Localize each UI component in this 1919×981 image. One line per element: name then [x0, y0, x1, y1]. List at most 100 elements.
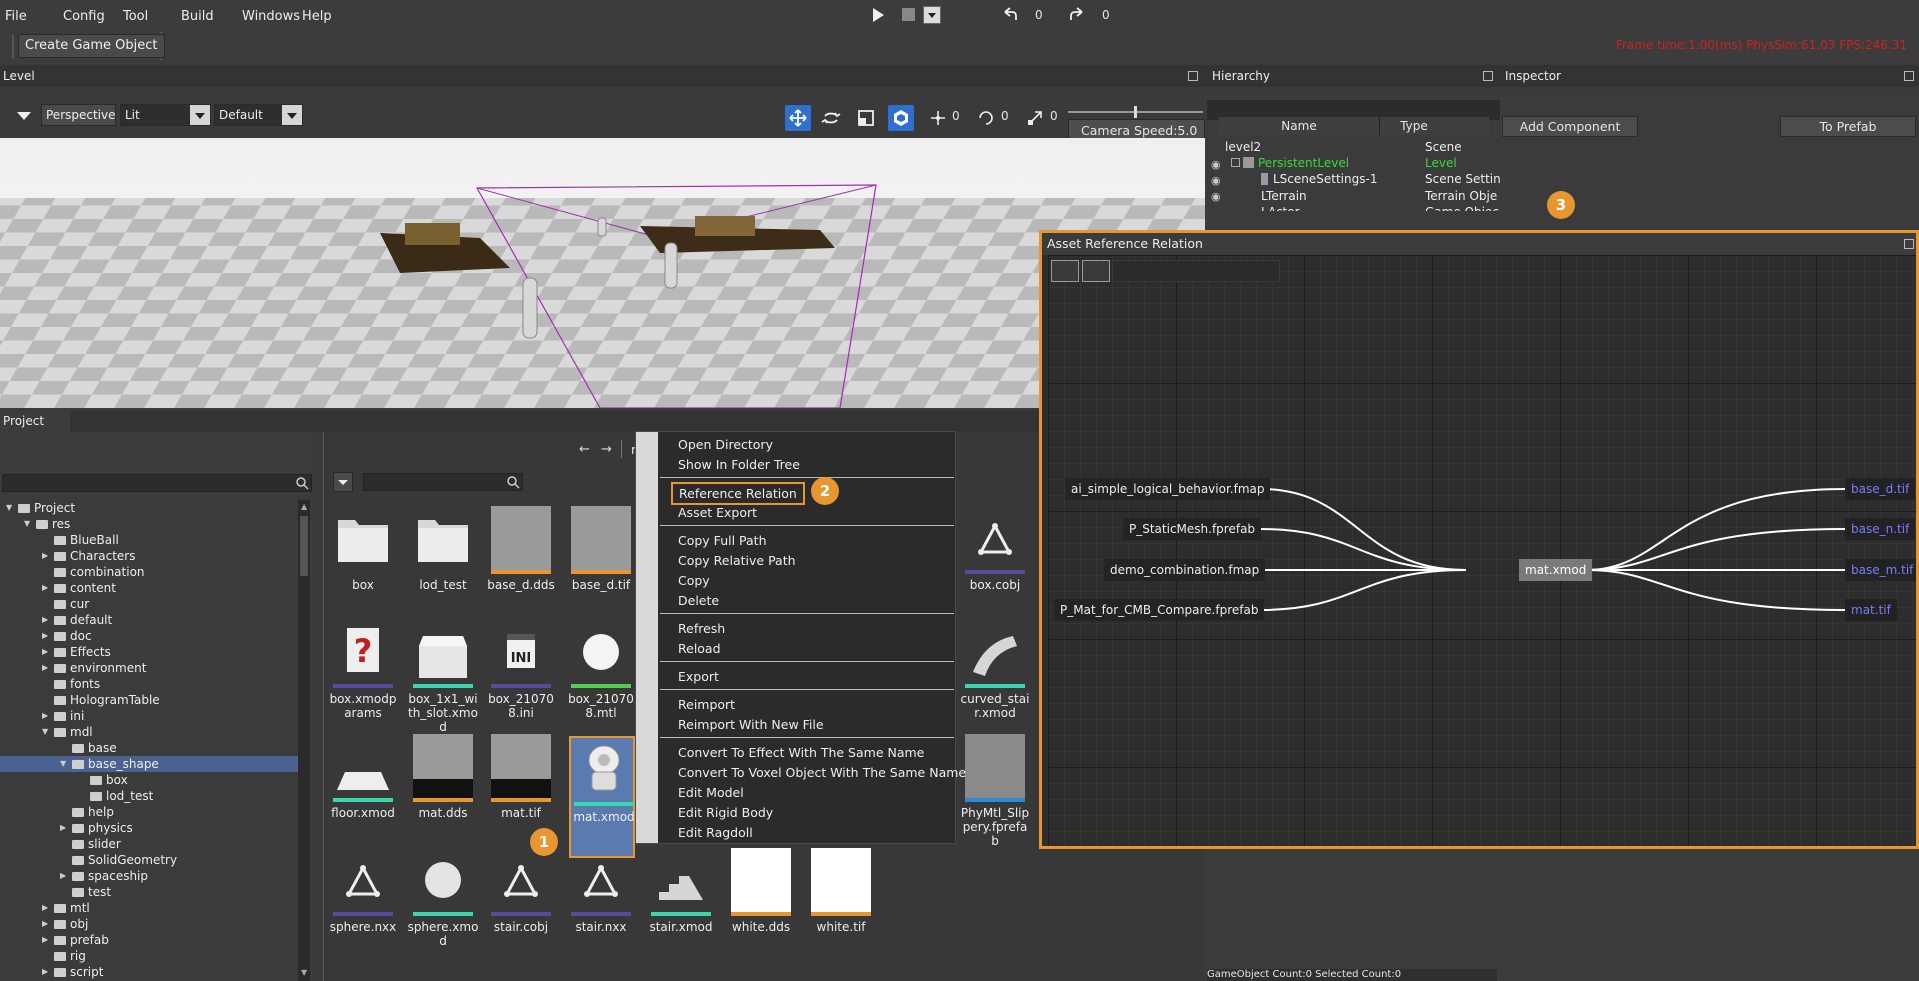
menu-tool[interactable]: Tool — [123, 9, 148, 24]
collapsed-arrow-icon[interactable]: ▶ — [42, 916, 48, 932]
collapsed-arrow-icon[interactable]: ▶ — [42, 628, 48, 644]
menu-help[interactable]: Help — [302, 9, 332, 24]
menu-edit-ragdoll[interactable]: Edit Ragdoll — [678, 825, 753, 840]
tree-item[interactable]: fonts — [0, 676, 298, 692]
tree-item[interactable]: cur — [0, 596, 298, 612]
level-viewport[interactable] — [0, 138, 1205, 408]
tree-item[interactable]: base — [0, 740, 298, 756]
inspector-tab[interactable]: Inspector — [1502, 65, 1561, 87]
menu-reimport[interactable]: Reimport — [678, 697, 735, 712]
expand-toggle[interactable] — [1231, 158, 1240, 167]
scroll-thumb[interactable] — [300, 516, 308, 576]
back-arrow-icon[interactable]: ← — [579, 442, 590, 457]
asset-box-folder[interactable]: box — [327, 506, 399, 616]
tree-item[interactable]: BlueBall — [0, 532, 298, 548]
menu-copy-full-path[interactable]: Copy Full Path — [678, 533, 767, 548]
move-tool-icon[interactable] — [785, 105, 811, 131]
tree-item[interactable]: HologramTable — [0, 692, 298, 708]
tree-item[interactable]: ▶ script — [0, 964, 298, 980]
referencer-node[interactable]: P_Mat_for_CMB_Compare.fprefab — [1054, 599, 1265, 621]
asset-box-mtl[interactable]: box_210708.mtl — [565, 620, 637, 730]
tree-item[interactable]: ▼ res — [0, 516, 298, 532]
scroll-up-icon[interactable]: ▲ — [301, 502, 307, 511]
asset-box-1x1-with-slot[interactable]: box_1x1_with_slot.xmod — [407, 620, 479, 734]
tree-search-input[interactable] — [2, 474, 312, 492]
menu-convert-to-voxel[interactable]: Convert To Voxel Object With The Same Na… — [678, 765, 966, 780]
collapsed-arrow-icon[interactable]: ▶ — [42, 612, 48, 628]
tree-item[interactable]: ▶ obj — [0, 916, 298, 932]
asset-stair-nxx[interactable]: stair.nxx — [565, 848, 637, 958]
asset-white-tif[interactable]: white.tif — [805, 848, 877, 958]
asset-stair-xmod[interactable]: stair.xmod — [645, 848, 717, 958]
tree-item[interactable]: combination — [0, 564, 298, 580]
add-component-button[interactable]: Add Component — [1502, 116, 1638, 137]
pin-icon[interactable] — [1904, 239, 1914, 249]
play-options-dropdown[interactable] — [923, 6, 941, 24]
collapsed-arrow-icon[interactable]: ▶ — [60, 868, 66, 884]
tree-item[interactable]: rig — [0, 948, 298, 964]
collapsed-arrow-icon[interactable]: ▶ — [42, 548, 48, 564]
hier-row-lscenesettings[interactable]: LSceneSettings-1 — [1273, 170, 1377, 188]
expanded-arrow-icon[interactable]: ▼ — [42, 724, 48, 740]
tree-item[interactable]: ▶ Characters — [0, 548, 298, 564]
tree-item[interactable]: lod_test — [0, 788, 298, 804]
asset-white-dds[interactable]: white.dds — [725, 848, 797, 958]
perspective-button[interactable]: Perspective — [41, 104, 116, 126]
tree-item[interactable]: ▶ doc — [0, 628, 298, 644]
slider-handle[interactable] — [1134, 106, 1137, 118]
collapsed-arrow-icon[interactable]: ▶ — [60, 820, 66, 836]
menu-edit-model[interactable]: Edit Model — [678, 785, 744, 800]
filter-dropdown[interactable] — [333, 472, 353, 492]
tree-item[interactable]: slider — [0, 836, 298, 852]
menu-reimport-with-new-file[interactable]: Reimport With New File — [678, 717, 824, 732]
menu-refresh[interactable]: Refresh — [678, 621, 725, 636]
rotate-tool-icon[interactable] — [818, 105, 844, 131]
snap-scale-icon[interactable] — [1025, 108, 1045, 128]
referencer-node[interactable]: P_StaticMesh.fprefab — [1123, 518, 1262, 540]
dependency-node[interactable]: base_m.tif — [1845, 559, 1916, 581]
tree-item[interactable]: ▼ mdl — [0, 724, 298, 740]
menu-export[interactable]: Export — [678, 669, 719, 684]
collapsed-arrow-icon[interactable]: ▶ — [42, 580, 48, 596]
asset-search-input[interactable] — [363, 473, 523, 491]
search-icon[interactable] — [506, 475, 520, 489]
col-name-header[interactable]: Name — [1219, 117, 1379, 135]
reference-graph-canvas[interactable]: ai_simple_logical_behavior.fmap P_Static… — [1048, 255, 1916, 846]
eye-icon[interactable]: ◉ — [1211, 158, 1221, 171]
forward-arrow-icon[interactable]: → — [601, 442, 612, 457]
shading-select[interactable]: Lit — [120, 104, 211, 126]
dependency-node[interactable]: base_n.tif — [1845, 518, 1916, 540]
tree-item[interactable]: ▶ mtl — [0, 900, 298, 916]
menu-convert-to-effect[interactable]: Convert To Effect With The Same Name — [678, 745, 924, 760]
asset-lod-test-folder[interactable]: lod_test — [407, 506, 479, 616]
eye-icon[interactable]: ◉ — [1211, 190, 1221, 203]
level-tab[interactable]: Level — [0, 65, 35, 87]
menu-edit-rigid-body[interactable]: Edit Rigid Body — [678, 805, 773, 820]
center-asset-node[interactable]: mat.xmod — [1519, 559, 1593, 581]
dependency-node[interactable]: mat.tif — [1845, 599, 1897, 621]
menu-reference-relation[interactable]: Reference Relation — [671, 482, 805, 505]
camera-speed-slider[interactable] — [1068, 106, 1203, 118]
asset-box-cobj[interactable]: box.cobj — [959, 506, 1031, 616]
tree-item[interactable]: ▼ base_shape — [0, 756, 298, 772]
tree-item[interactable]: ▶ spaceship — [0, 868, 298, 884]
menu-build[interactable]: Build — [181, 9, 214, 24]
menu-file[interactable]: File — [5, 9, 27, 24]
to-prefab-button[interactable]: To Prefab — [1780, 116, 1916, 137]
menu-copy[interactable]: Copy — [678, 573, 710, 588]
dependency-node[interactable]: base_d.tif — [1845, 478, 1916, 500]
menu-config[interactable]: Config — [63, 9, 105, 24]
tree-item[interactable]: ▼ Project — [0, 500, 298, 516]
expanded-arrow-icon[interactable]: ▼ — [24, 516, 30, 532]
snap-move-icon[interactable] — [928, 108, 948, 128]
collapsed-arrow-icon[interactable]: ▶ — [42, 932, 48, 948]
hierarchy-tab[interactable]: Hierarchy — [1209, 65, 1270, 87]
asset-base-d-tif[interactable]: base_d.tif — [565, 506, 637, 616]
asset-mat-dds[interactable]: mat.dds — [407, 734, 479, 844]
menu-reload[interactable]: Reload — [678, 641, 721, 656]
asset-box-xmodparams[interactable]: ? box.xmodparams — [327, 620, 399, 730]
search-icon[interactable] — [295, 476, 309, 490]
tree-item[interactable]: ▶ default — [0, 612, 298, 628]
local-space-icon[interactable] — [888, 105, 914, 131]
eye-icon[interactable]: ◉ — [1211, 174, 1221, 187]
